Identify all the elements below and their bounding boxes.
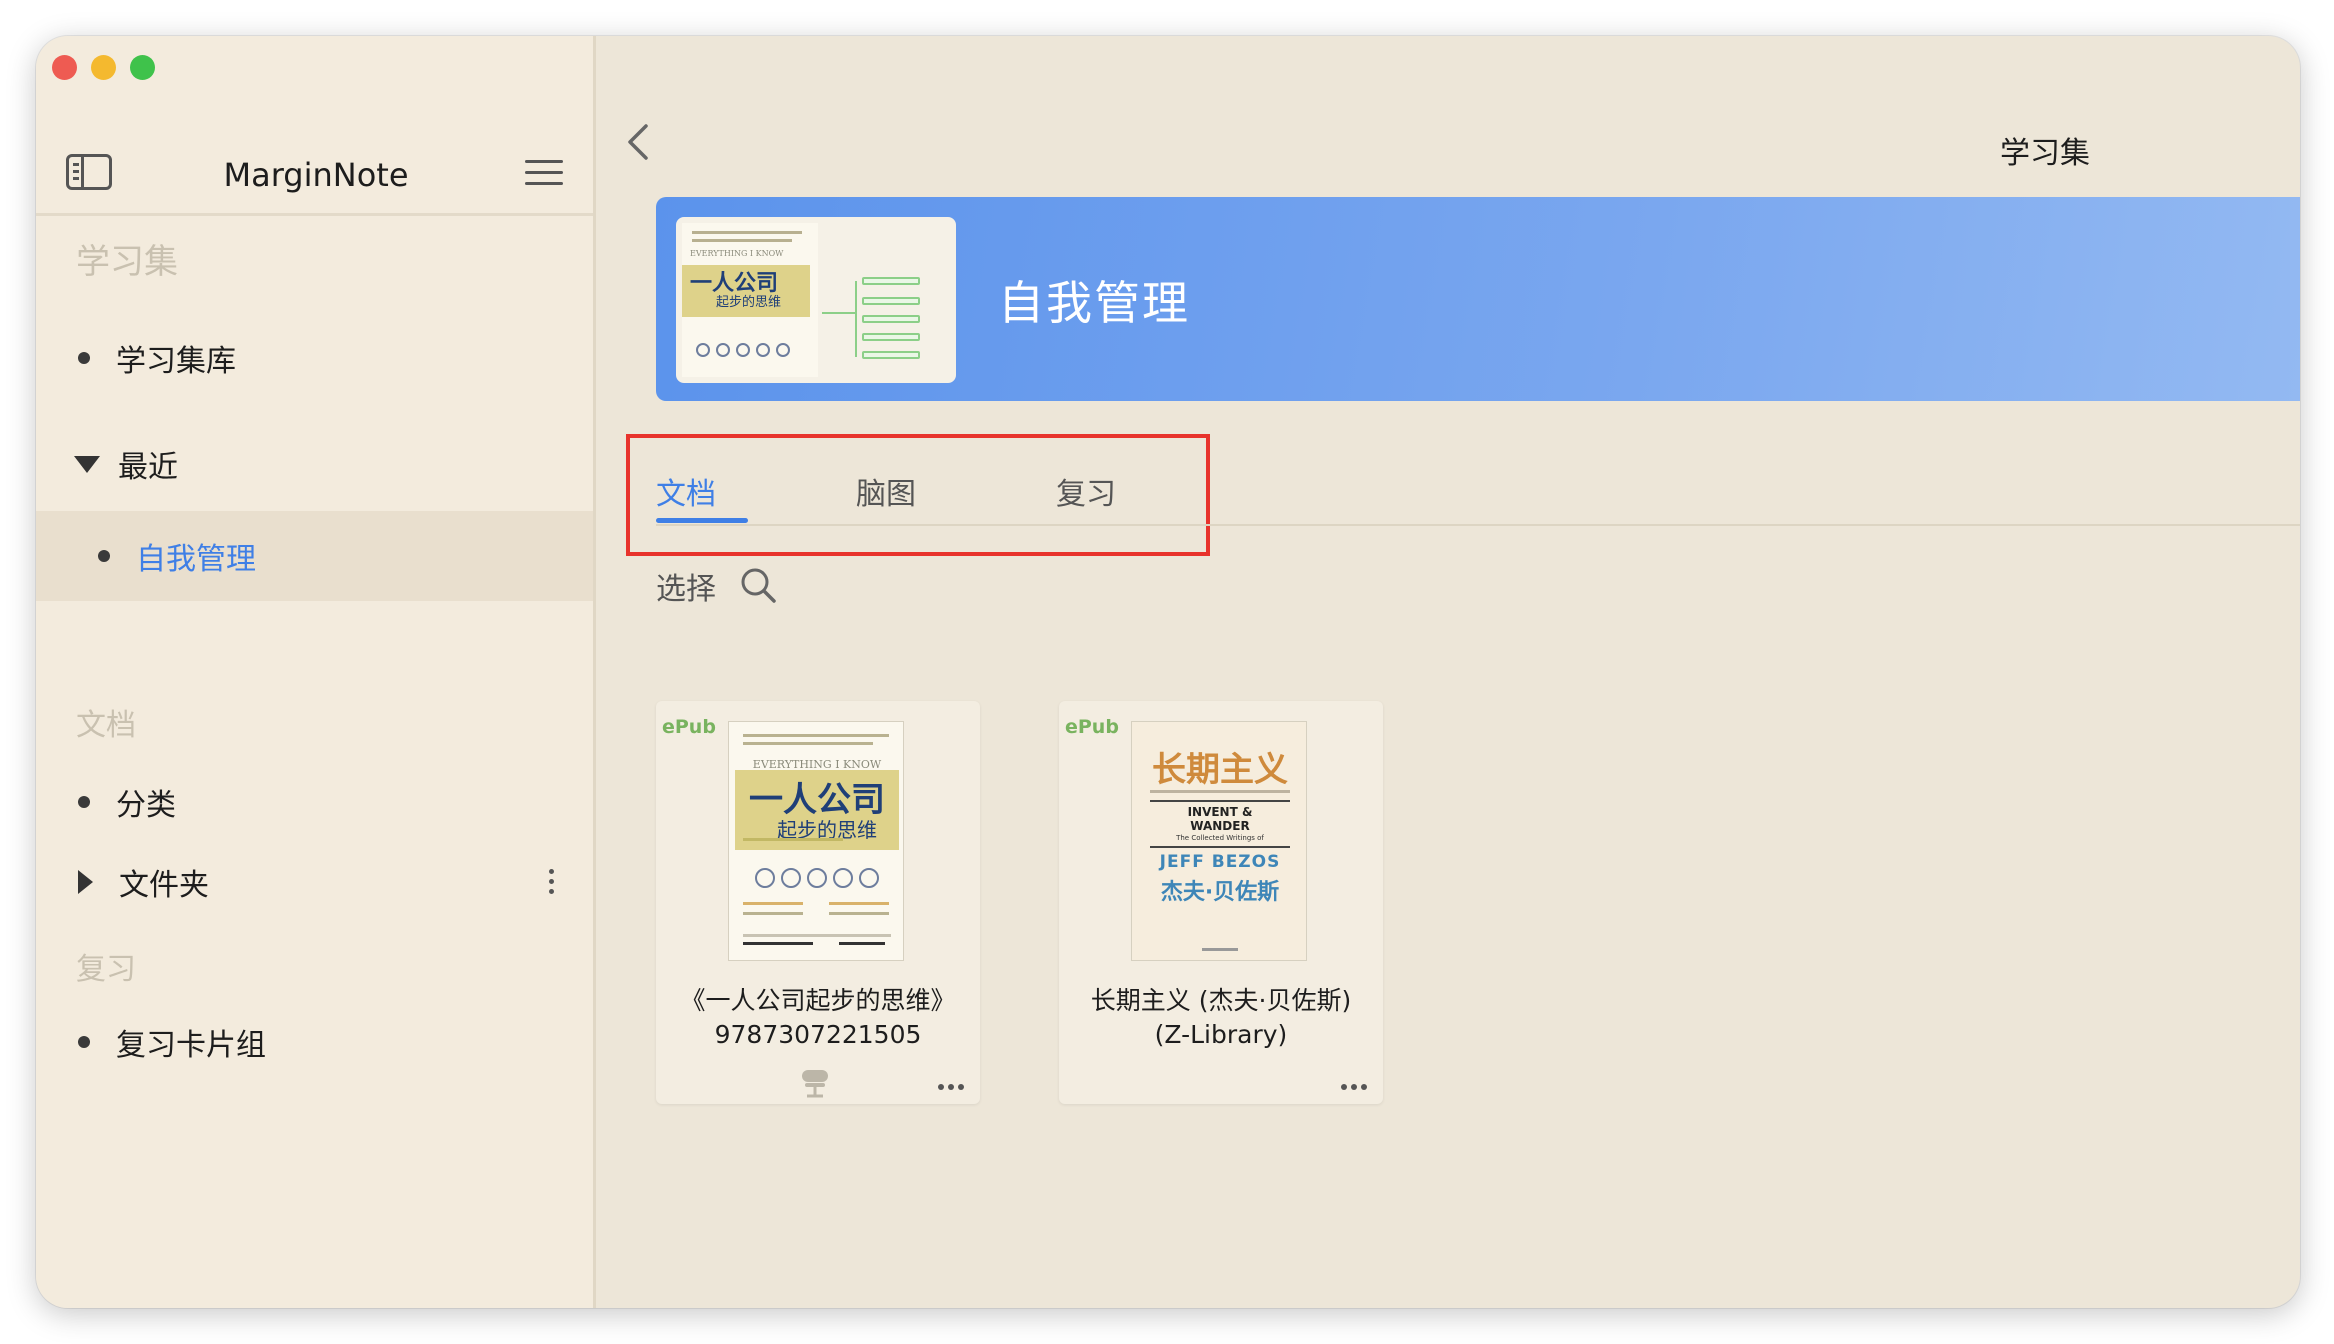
bullet-icon — [98, 550, 110, 562]
window-controls — [52, 55, 155, 80]
select-button[interactable]: 选择 — [656, 564, 716, 608]
bullet-icon — [78, 352, 90, 364]
close-window-button[interactable] — [52, 55, 77, 80]
disclosure-down-icon[interactable] — [74, 455, 100, 473]
document-title-line2: (Z-Library) — [1154, 1020, 1288, 1049]
sidebar-item-recent[interactable]: 最近 — [36, 434, 593, 494]
document-card[interactable]: ePub EVERYTHING I KNOW 一人公司 起步的思维 《一人公司起… — [656, 701, 980, 1104]
search-icon[interactable] — [738, 565, 778, 605]
cloud-sync-icon[interactable] — [798, 1066, 832, 1100]
section-label-documents: 文档 — [76, 708, 136, 743]
file-type-badge: ePub — [662, 716, 716, 738]
file-type-badge: ePub — [1065, 716, 1119, 738]
more-options-icon[interactable] — [1341, 1084, 1367, 1090]
sidebar-item-label: 文件夹 — [119, 868, 209, 903]
page-title: 学习集 — [2000, 136, 2090, 171]
more-options-icon[interactable] — [938, 1084, 964, 1090]
document-title: 长期主义 (杰夫·贝佐斯) (Z-Library) — [1059, 984, 1383, 1052]
cover-en-title: INVENT & WANDER — [1187, 805, 1253, 833]
tab-documents[interactable]: 文档 — [656, 469, 716, 513]
sidebar: MarginNote 学习集 学习集库 最近 自我管理 文档 分类 文件夹 复习… — [36, 36, 596, 1308]
sidebar-item-label: 最近 — [118, 450, 178, 485]
cover-en-subtitle: The Collected Writings of — [1176, 834, 1264, 842]
bullet-icon — [78, 796, 90, 808]
app-window: MarginNote 学习集 学习集库 最近 自我管理 文档 分类 文件夹 复习… — [36, 36, 2300, 1308]
section-label-review: 复习 — [76, 952, 136, 987]
book-cover: EVERYTHING I KNOW 一人公司 起步的思维 — [728, 721, 904, 961]
sidebar-item-label: 自我管理 — [136, 542, 256, 577]
notebook-title: 自我管理 — [998, 276, 1190, 330]
bullet-icon — [78, 1036, 90, 1048]
tab-review[interactable]: 复习 — [1056, 469, 1116, 513]
thumbnail-subtitle: 起步的思维 — [716, 295, 782, 310]
tab-mindmap[interactable]: 脑图 — [856, 469, 916, 513]
cover-author-en: JEFF BEZOS — [1159, 852, 1281, 872]
active-tab-indicator — [656, 518, 748, 523]
tabs-divider — [656, 524, 2300, 526]
back-chevron-icon[interactable] — [626, 122, 650, 162]
main-content: 学习集 EVERYTHING I KNOW 一人公司 起步的思维 自我管理 文档… — [596, 36, 2300, 1308]
disclosure-right-icon[interactable] — [78, 870, 93, 894]
zoom-window-button[interactable] — [130, 55, 155, 80]
cover-author-cn: 杰夫·贝佐斯 — [1160, 880, 1280, 905]
book-cover: 长期主义 INVENT & WANDER The Collected Writi… — [1131, 721, 1307, 961]
sidebar-item-label: 学习集库 — [116, 344, 236, 379]
cover-title: 长期主义 — [1152, 750, 1288, 790]
sidebar-item-categories[interactable]: 分类 — [36, 772, 593, 832]
menu-icon[interactable] — [525, 160, 563, 186]
thumbnail-en-line: EVERYTHING I KNOW — [690, 249, 784, 258]
section-label-notebooks: 学习集 — [76, 242, 178, 282]
sidebar-item-label: 复习卡片组 — [116, 1028, 266, 1063]
document-title-line1: 长期主义 (杰夫·贝佐斯) — [1090, 986, 1352, 1015]
sidebar-item-label: 分类 — [116, 788, 176, 823]
notebook-banner[interactable]: EVERYTHING I KNOW 一人公司 起步的思维 自我管理 — [656, 197, 2300, 401]
sidebar-header: MarginNote — [36, 116, 593, 216]
document-title: 《一人公司起步的思维》 9787307221505 — [656, 984, 980, 1052]
document-title-line2: 9787307221505 — [714, 1020, 922, 1049]
sidebar-item-folders[interactable]: 文件夹 — [36, 852, 593, 912]
sidebar-item-self-management[interactable]: 自我管理 — [36, 511, 593, 601]
sidebar-item-library[interactable]: 学习集库 — [36, 328, 593, 388]
more-vertical-icon[interactable] — [549, 869, 555, 895]
document-card[interactable]: ePub 长期主义 INVENT & WANDER The Collected … — [1059, 701, 1383, 1104]
minimize-window-button[interactable] — [91, 55, 116, 80]
document-title-line1: 《一人公司起步的思维》 — [680, 986, 956, 1015]
app-title: MarginNote — [223, 156, 409, 194]
mindmap-thumbnail: EVERYTHING I KNOW 一人公司 起步的思维 — [676, 217, 956, 383]
sidebar-item-flashcards[interactable]: 复习卡片组 — [36, 1012, 593, 1072]
